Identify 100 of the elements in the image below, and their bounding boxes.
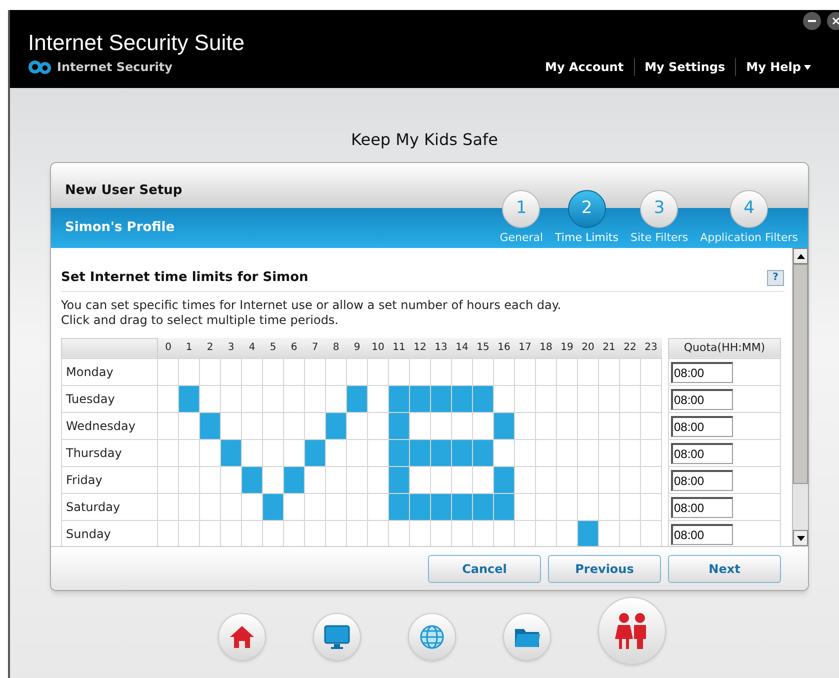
time-slot[interactable] (178, 385, 200, 412)
time-slot[interactable] (388, 412, 410, 439)
time-slot[interactable] (388, 385, 410, 412)
time-slot[interactable] (368, 358, 388, 385)
time-slot[interactable] (326, 358, 346, 385)
time-slot[interactable] (326, 385, 346, 412)
time-slot[interactable] (158, 439, 178, 466)
time-slot[interactable] (326, 439, 346, 466)
time-slot[interactable] (494, 439, 514, 466)
time-slot[interactable] (494, 358, 514, 385)
time-slot[interactable] (640, 466, 662, 493)
time-slot[interactable] (368, 385, 388, 412)
time-slot[interactable] (346, 412, 368, 439)
time-slot[interactable] (556, 439, 578, 466)
time-slot[interactable] (242, 358, 262, 385)
time-slot[interactable] (326, 412, 346, 439)
time-slot[interactable] (158, 385, 178, 412)
minimize-button[interactable] (803, 12, 821, 30)
time-slot[interactable] (304, 385, 326, 412)
quota-field[interactable]: 08:00 (671, 496, 733, 518)
time-slot[interactable] (200, 466, 220, 493)
dock-button[interactable] (503, 613, 551, 661)
time-slot[interactable] (388, 493, 410, 520)
time-slot[interactable] (640, 493, 662, 520)
time-slot[interactable] (640, 358, 662, 385)
time-slot[interactable] (430, 493, 452, 520)
time-slot[interactable] (262, 358, 284, 385)
time-slot[interactable] (514, 439, 536, 466)
quota-field[interactable]: 08:00 (671, 524, 733, 544)
time-slot[interactable] (178, 412, 200, 439)
time-slot[interactable] (178, 439, 200, 466)
time-slot[interactable] (284, 493, 304, 520)
time-slot[interactable] (388, 439, 410, 466)
time-slot[interactable] (220, 466, 242, 493)
time-slot[interactable] (262, 412, 284, 439)
time-slot[interactable] (410, 412, 430, 439)
time-slot[interactable] (200, 385, 220, 412)
time-slot[interactable] (262, 493, 284, 520)
time-slot[interactable] (620, 439, 640, 466)
time-slot[interactable] (262, 385, 284, 412)
time-slot[interactable] (536, 412, 556, 439)
time-slot[interactable] (556, 493, 578, 520)
time-slot[interactable] (598, 385, 620, 412)
time-slot[interactable] (578, 466, 598, 493)
time-slot[interactable] (578, 412, 598, 439)
time-slot[interactable] (452, 493, 472, 520)
time-slot[interactable] (452, 466, 472, 493)
time-slot[interactable] (640, 385, 662, 412)
time-slot[interactable] (536, 466, 556, 493)
time-slot[interactable] (452, 385, 472, 412)
quota-field[interactable]: 08:00 (671, 470, 733, 490)
time-slot[interactable] (178, 358, 200, 385)
time-slot[interactable] (430, 466, 452, 493)
time-slot[interactable] (242, 439, 262, 466)
time-slot[interactable] (346, 493, 368, 520)
time-slot[interactable] (158, 412, 178, 439)
time-slot[interactable] (368, 439, 388, 466)
time-slot[interactable] (220, 385, 242, 412)
time-slot[interactable] (178, 466, 200, 493)
time-slot[interactable] (368, 412, 388, 439)
time-slot[interactable] (556, 385, 578, 412)
time-slot[interactable] (220, 493, 242, 520)
time-slot[interactable] (262, 466, 284, 493)
time-slot[interactable] (452, 412, 472, 439)
time-slot[interactable] (578, 358, 598, 385)
time-slot[interactable] (472, 466, 494, 493)
time-slot[interactable] (620, 466, 640, 493)
time-slot[interactable] (598, 439, 620, 466)
time-slot[interactable] (304, 412, 326, 439)
time-slot[interactable] (220, 439, 242, 466)
time-slot[interactable] (200, 439, 220, 466)
help-menu[interactable]: My Help (735, 58, 821, 76)
time-slot[interactable] (410, 466, 430, 493)
time-slot[interactable] (346, 466, 368, 493)
time-slot[interactable] (514, 493, 536, 520)
time-slot[interactable] (220, 358, 242, 385)
time-slot[interactable] (494, 412, 514, 439)
time-slot[interactable] (620, 412, 640, 439)
time-slot[interactable] (242, 412, 262, 439)
time-slot[interactable] (346, 358, 368, 385)
time-slot[interactable] (620, 493, 640, 520)
time-slot[interactable] (494, 493, 514, 520)
time-slot[interactable] (388, 466, 410, 493)
time-slot[interactable] (304, 493, 326, 520)
nav-link[interactable]: My Account (535, 58, 634, 76)
time-slot[interactable] (284, 412, 304, 439)
time-slot[interactable] (410, 439, 430, 466)
time-slot[interactable] (536, 493, 556, 520)
time-slot[interactable] (242, 493, 262, 520)
time-slot[interactable] (578, 439, 598, 466)
time-slot[interactable] (472, 439, 494, 466)
time-slot[interactable] (514, 385, 536, 412)
time-slot[interactable] (242, 385, 262, 412)
time-slot[interactable] (620, 358, 640, 385)
dock-button[interactable] (598, 597, 666, 665)
time-slot[interactable] (514, 466, 536, 493)
quota-field[interactable]: 08:00 (671, 362, 733, 382)
dock-button[interactable] (408, 613, 456, 661)
time-slot[interactable] (200, 493, 220, 520)
time-slot[interactable] (640, 412, 662, 439)
